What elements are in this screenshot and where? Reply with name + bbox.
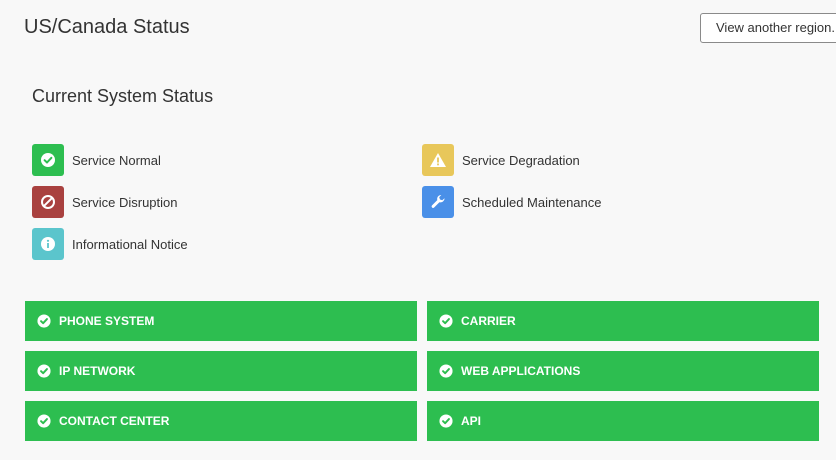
- service-tile-web-applications[interactable]: WEB APPLICATIONS: [427, 351, 819, 391]
- warning-icon: [422, 144, 454, 176]
- legend-item-service-normal: Service Normal: [32, 144, 161, 176]
- service-tile-contact-center[interactable]: CONTACT CENTER: [25, 401, 417, 441]
- legend-item-service-disruption: Service Disruption: [32, 186, 178, 218]
- check-circle-icon: [37, 364, 51, 378]
- service-tile-api[interactable]: API: [427, 401, 819, 441]
- check-circle-icon: [439, 414, 453, 428]
- check-circle-icon: [32, 144, 64, 176]
- service-name: API: [461, 414, 482, 428]
- legend-label: Informational Notice: [72, 236, 188, 252]
- legend-item-scheduled-maintenance: Scheduled Maintenance: [422, 186, 602, 218]
- legend-label: Scheduled Maintenance: [462, 194, 602, 210]
- service-name: CARRIER: [461, 314, 516, 328]
- check-circle-icon: [37, 414, 51, 428]
- service-tile-ip-network[interactable]: IP NETWORK: [25, 351, 417, 391]
- page-title: US/Canada Status: [24, 16, 190, 38]
- service-tile-carrier[interactable]: CARRIER: [427, 301, 819, 341]
- legend-label: Service Normal: [72, 152, 161, 168]
- legend-label: Service Degradation: [462, 152, 580, 168]
- section-title: Current System Status: [32, 86, 214, 106]
- legend-label: Service Disruption: [72, 194, 178, 210]
- service-tile-phone-system[interactable]: PHONE SYSTEM: [25, 301, 417, 341]
- check-circle-icon: [37, 314, 51, 328]
- service-name: PHONE SYSTEM: [59, 314, 155, 328]
- service-name: IP NETWORK: [59, 364, 136, 378]
- legend-item-informational-notice: Informational Notice: [32, 228, 188, 260]
- ban-icon: [32, 186, 64, 218]
- view-another-region-button[interactable]: View another region.: [700, 13, 836, 43]
- service-name: CONTACT CENTER: [59, 414, 170, 428]
- info-icon: [32, 228, 64, 260]
- check-circle-icon: [439, 314, 453, 328]
- legend-item-service-degradation: Service Degradation: [422, 144, 580, 176]
- service-name: WEB APPLICATIONS: [461, 364, 581, 378]
- wrench-icon: [422, 186, 454, 218]
- check-circle-icon: [439, 364, 453, 378]
